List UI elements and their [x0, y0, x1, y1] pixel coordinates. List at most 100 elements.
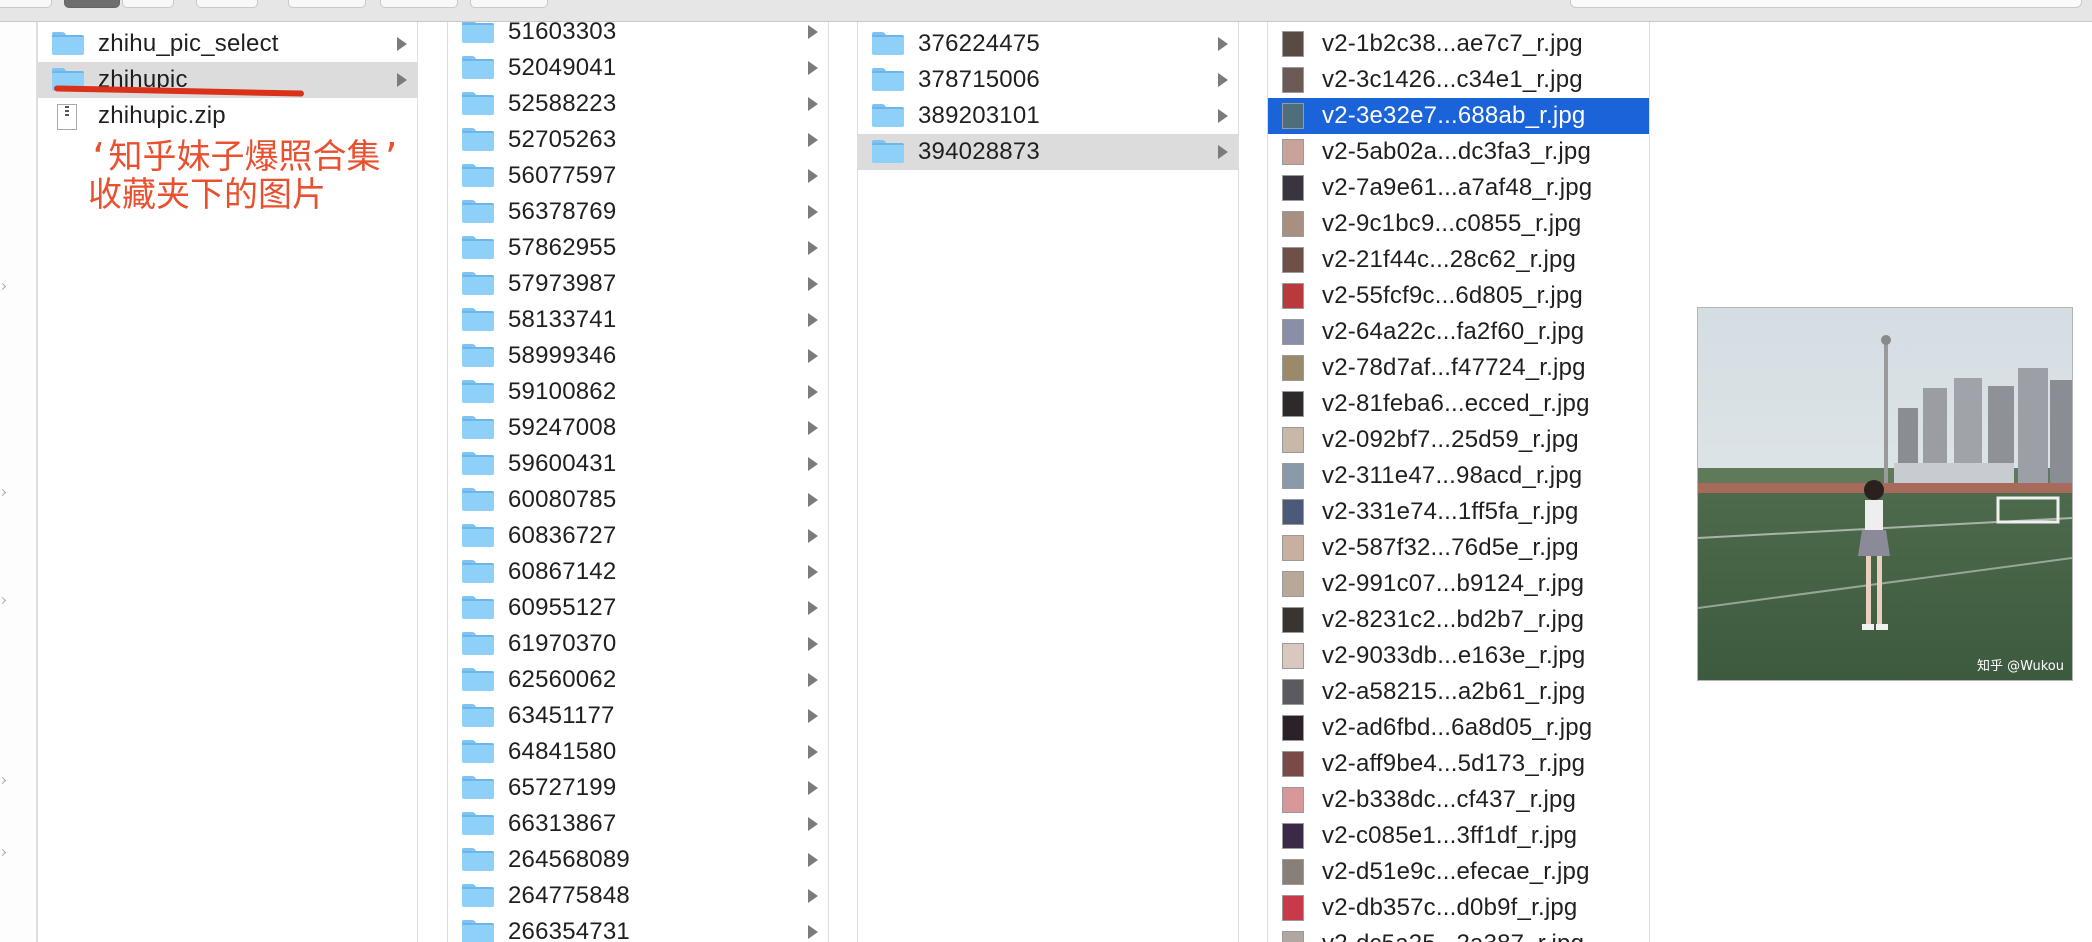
- folder-item[interactable]: 60867142: [448, 554, 828, 590]
- file-item[interactable]: v2-78d7af...f47724_r.jpg: [1268, 350, 1649, 386]
- folder-item[interactable]: 65727199: [448, 770, 828, 806]
- item-label: 389203101: [918, 102, 1040, 129]
- annotation-text: ‘知乎妹子爆照合集’ 收藏夹下的图片: [88, 137, 401, 215]
- file-item[interactable]: v2-7a9e61...a7af48_r.jpg: [1268, 170, 1649, 206]
- root-item[interactable]: zhihupic.zip: [38, 98, 417, 134]
- toolbar-button-arrange[interactable]: [196, 0, 258, 8]
- folder-item[interactable]: 52705263: [448, 122, 828, 158]
- file-item[interactable]: v2-db357c...d0b9f_r.jpg: [1268, 890, 1649, 926]
- file-item[interactable]: v2-331e74...1ff5fa_r.jpg: [1268, 494, 1649, 530]
- chevron-icon: [0, 776, 7, 785]
- folder-item[interactable]: 63451177: [448, 698, 828, 734]
- chevron-icon: [0, 848, 7, 857]
- folder-icon: [462, 164, 494, 188]
- folder-icon: [462, 272, 494, 296]
- chevron-right-icon: [808, 349, 818, 363]
- folder-item[interactable]: 59100862: [448, 374, 828, 410]
- file-item[interactable]: v2-9c1bc9...c0855_r.jpg: [1268, 206, 1649, 242]
- folder-item[interactable]: 66313867: [448, 806, 828, 842]
- folder-icon: [462, 884, 494, 908]
- item-label: v2-5ab02a...dc3fa3_r.jpg: [1322, 138, 1591, 165]
- item-label: v2-8231c2...bd2b7_r.jpg: [1322, 606, 1585, 633]
- folder-item[interactable]: 58999346: [448, 338, 828, 374]
- file-item[interactable]: v2-092bf7...25d59_r.jpg: [1268, 422, 1649, 458]
- image-thumbnail-icon: [1282, 139, 1304, 165]
- folder-item[interactable]: 57973987: [448, 266, 828, 302]
- folder-item[interactable]: 264568089: [448, 842, 828, 878]
- file-item[interactable]: v2-21f44c...28c62_r.jpg: [1268, 242, 1649, 278]
- file-item[interactable]: v2-64a22c...fa2f60_r.jpg: [1268, 314, 1649, 350]
- folder-item[interactable]: 52588223: [448, 86, 828, 122]
- folder-icon: [462, 452, 494, 476]
- folder-item[interactable]: 61970370: [448, 626, 828, 662]
- root-item[interactable]: zhihu_pic_select: [38, 26, 417, 62]
- toolbar-button-tags[interactable]: [470, 0, 548, 8]
- file-item[interactable]: v2-55fcf9c...6d805_r.jpg: [1268, 278, 1649, 314]
- folder-icon: [872, 68, 904, 92]
- folder-item[interactable]: 266354731: [448, 914, 828, 942]
- file-item[interactable]: v2-c085e1...3ff1df_r.jpg: [1268, 818, 1649, 854]
- file-item[interactable]: v2-8231c2...bd2b7_r.jpg: [1268, 602, 1649, 638]
- folder-item[interactable]: 52049041: [448, 50, 828, 86]
- folder-icon: [462, 22, 494, 44]
- folder-item[interactable]: 51603303: [448, 22, 828, 50]
- item-label: zhihu_pic_select: [98, 30, 279, 57]
- folder-item[interactable]: 378715006: [858, 62, 1238, 98]
- file-item[interactable]: v2-aff9be4...5d173_r.jpg: [1268, 746, 1649, 782]
- file-item[interactable]: v2-ad6fbd...6a8d05_r.jpg: [1268, 710, 1649, 746]
- folder-item[interactable]: 64841580: [448, 734, 828, 770]
- file-item[interactable]: v2-587f32...76d5e_r.jpg: [1268, 530, 1649, 566]
- folder-item[interactable]: 264775848: [448, 878, 828, 914]
- file-item[interactable]: v2-5ab02a...dc3fa3_r.jpg: [1268, 134, 1649, 170]
- file-item[interactable]: v2-dc5a25...2a387_r.jpg: [1268, 926, 1649, 942]
- folder-item[interactable]: 59600431: [448, 446, 828, 482]
- item-label: v2-55fcf9c...6d805_r.jpg: [1322, 282, 1583, 309]
- folder-item[interactable]: 376224475: [858, 26, 1238, 62]
- file-item[interactable]: v2-b338dc...cf437_r.jpg: [1268, 782, 1649, 818]
- file-item[interactable]: v2-991c07...b9124_r.jpg: [1268, 566, 1649, 602]
- folder-item[interactable]: 56077597: [448, 158, 828, 194]
- item-label: 60836727: [508, 522, 617, 549]
- file-item[interactable]: v2-81feba6...ecced_r.jpg: [1268, 386, 1649, 422]
- column-parent: [0, 22, 37, 942]
- image-watermark: 知乎 @Wukou: [1976, 659, 2064, 674]
- folder-icon: [462, 344, 494, 368]
- folder-item[interactable]: 59247008: [448, 410, 828, 446]
- folder-item[interactable]: 389203101: [858, 98, 1238, 134]
- toolbar-button-share[interactable]: [380, 0, 458, 8]
- file-item[interactable]: v2-3c1426...c34e1_r.jpg: [1268, 62, 1649, 98]
- item-label: v2-dc5a25...2a387_r.jpg: [1322, 930, 1649, 942]
- search-field[interactable]: [1570, 0, 2082, 8]
- folder-icon: [462, 596, 494, 620]
- file-item[interactable]: v2-d51e9c...efecae_r.jpg: [1268, 854, 1649, 890]
- folder-icon: [52, 32, 84, 56]
- file-item[interactable]: v2-9033db...e163e_r.jpg: [1268, 638, 1649, 674]
- chevron-right-icon: [808, 457, 818, 471]
- folder-item[interactable]: 62560062: [448, 662, 828, 698]
- toolbar-button-view-gallery[interactable]: [122, 0, 174, 8]
- folder-item[interactable]: 60955127: [448, 590, 828, 626]
- image-thumbnail-icon: [1282, 895, 1304, 921]
- folder-item[interactable]: 394028873: [858, 134, 1238, 170]
- file-item[interactable]: v2-311e47...98acd_r.jpg: [1268, 458, 1649, 494]
- image-thumbnail-icon: [1282, 463, 1304, 489]
- folder-item[interactable]: 60080785: [448, 482, 828, 518]
- folder-item[interactable]: 56378769: [448, 194, 828, 230]
- chevron-icon: [0, 488, 7, 497]
- folder-item[interactable]: 60836727: [448, 518, 828, 554]
- file-item[interactable]: v2-1b2c38...ae7c7_r.jpg: [1268, 26, 1649, 62]
- image-thumbnail-icon: [1282, 571, 1304, 597]
- file-item[interactable]: v2-a58215...a2b61_r.jpg: [1268, 674, 1649, 710]
- chevron-right-icon: [808, 133, 818, 147]
- chevron-right-icon: [808, 637, 818, 651]
- toolbar-button-action[interactable]: [288, 0, 366, 8]
- item-label: v2-c085e1...3ff1df_r.jpg: [1322, 822, 1578, 849]
- toolbar-button-view-columns[interactable]: [64, 0, 120, 8]
- item-label: 65727199: [508, 774, 617, 801]
- folder-item[interactable]: 57862955: [448, 230, 828, 266]
- toolbar-button-back[interactable]: [0, 0, 52, 8]
- item-label: v2-1b2c38...ae7c7_r.jpg: [1322, 30, 1583, 57]
- item-label: v2-991c07...b9124_r.jpg: [1322, 570, 1585, 597]
- folder-item[interactable]: 58133741: [448, 302, 828, 338]
- file-item[interactable]: v2-3e32e7...688ab_r.jpg: [1268, 98, 1649, 134]
